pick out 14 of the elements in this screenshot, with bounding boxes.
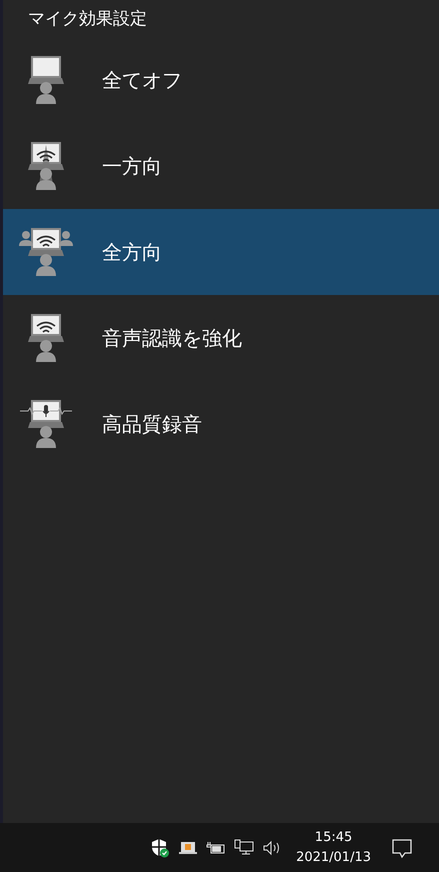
notification-icon[interactable] — [391, 836, 413, 858]
effect-option[interactable]: 一方向 — [3, 123, 439, 209]
effect-option[interactable]: 全方向 — [3, 209, 439, 295]
shield-icon[interactable] — [150, 838, 170, 858]
effect-option[interactable]: 全てオフ — [3, 37, 439, 123]
panel-title: マイク効果設定 — [27, 8, 148, 31]
laptop-icon[interactable] — [178, 840, 198, 856]
effect-option[interactable]: 高品質録音 — [3, 381, 439, 467]
microphone-user-icon — [18, 227, 74, 277]
clock[interactable]: 15:45 2021/01/13 — [296, 828, 371, 868]
network-icon[interactable] — [234, 838, 254, 856]
microphone-user-icon — [18, 399, 74, 449]
battery-icon[interactable] — [206, 840, 226, 856]
effect-option[interactable]: 音声認識を強化 — [3, 295, 439, 381]
